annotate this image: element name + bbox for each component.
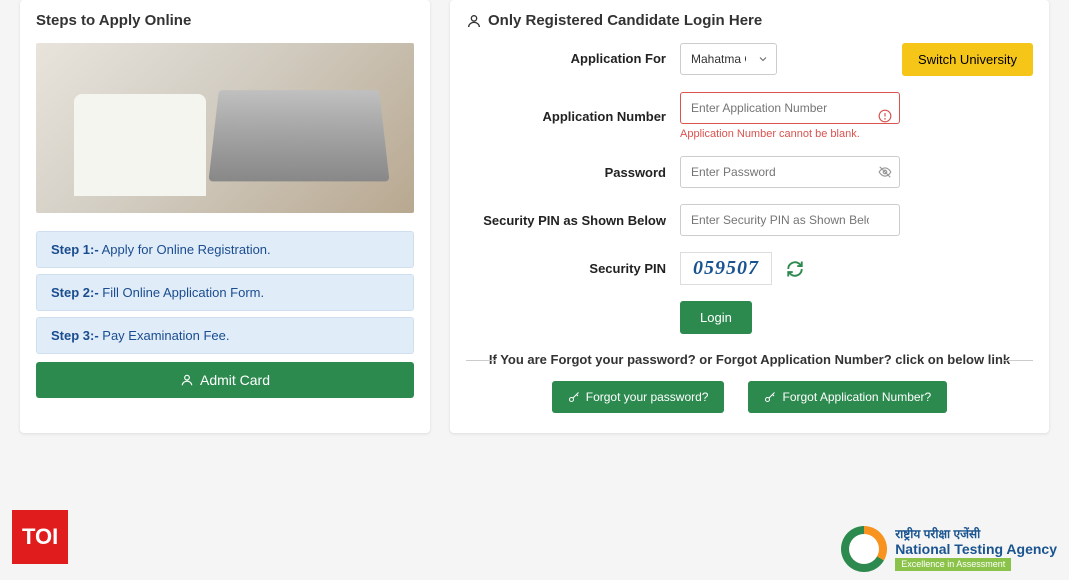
hero-image bbox=[36, 43, 414, 213]
security-pin-label: Security PIN bbox=[466, 261, 666, 276]
step-label: Step 3:- bbox=[51, 328, 99, 343]
application-number-error: Application Number cannot be blank. bbox=[680, 128, 900, 140]
admit-card-button[interactable]: Admit Card bbox=[36, 362, 414, 398]
step-label: Step 1:- bbox=[51, 242, 99, 257]
nta-logo: राष्ट्रीय परीक्षा एजेंसी National Testin… bbox=[841, 526, 1057, 572]
captcha-image: 059507 bbox=[680, 252, 772, 285]
login-panel: Only Registered Candidate Login Here App… bbox=[450, 0, 1049, 433]
login-button[interactable]: Login bbox=[680, 301, 752, 334]
step-item: Step 3:- Pay Examination Fee. bbox=[36, 317, 414, 354]
nta-logo-icon bbox=[841, 526, 887, 572]
login-title: Only Registered Candidate Login Here bbox=[466, 12, 1033, 29]
step-item: Step 2:- Fill Online Application Form. bbox=[36, 274, 414, 311]
nta-tagline: Excellence in Assessment bbox=[895, 558, 1011, 571]
nta-english: National Testing Agency bbox=[895, 541, 1057, 558]
key-icon bbox=[764, 391, 776, 403]
step-label: Step 2:- bbox=[51, 285, 99, 300]
forgot-prompt: If You are Forgot your password? or Forg… bbox=[466, 352, 1033, 367]
security-pin-below-label: Security PIN as Shown Below bbox=[466, 213, 666, 228]
step-text: Apply for Online Registration. bbox=[99, 242, 271, 257]
nta-hindi: राष्ट्रीय परीक्षा एजेंसी bbox=[895, 527, 1057, 541]
university-select[interactable]: Mahatma Gandhi Central University bbox=[680, 43, 777, 75]
application-number-input[interactable] bbox=[680, 92, 900, 124]
refresh-icon[interactable] bbox=[786, 260, 804, 278]
step-item: Step 1:- Apply for Online Registration. bbox=[36, 231, 414, 268]
eye-off-icon[interactable] bbox=[878, 165, 892, 179]
forgot-app-number-button[interactable]: Forgot Application Number? bbox=[748, 381, 947, 413]
password-label: Password bbox=[466, 165, 666, 180]
password-input[interactable] bbox=[680, 156, 900, 188]
steps-title: Steps to Apply Online bbox=[36, 12, 414, 29]
user-icon bbox=[180, 373, 194, 387]
switch-university-button[interactable]: Switch University bbox=[902, 43, 1033, 76]
application-number-label: Application Number bbox=[466, 109, 666, 124]
steps-panel: Steps to Apply Online Step 1:- Apply for… bbox=[20, 0, 430, 433]
user-icon bbox=[466, 13, 482, 29]
step-text: Fill Online Application Form. bbox=[99, 285, 264, 300]
key-icon bbox=[568, 391, 580, 403]
application-for-label: Application For bbox=[466, 43, 666, 66]
toi-badge: TOI bbox=[12, 510, 68, 564]
security-pin-input[interactable] bbox=[680, 204, 900, 236]
admit-card-label: Admit Card bbox=[200, 372, 270, 388]
alert-icon bbox=[878, 109, 892, 123]
forgot-password-button[interactable]: Forgot your password? bbox=[552, 381, 725, 413]
step-text: Pay Examination Fee. bbox=[99, 328, 230, 343]
